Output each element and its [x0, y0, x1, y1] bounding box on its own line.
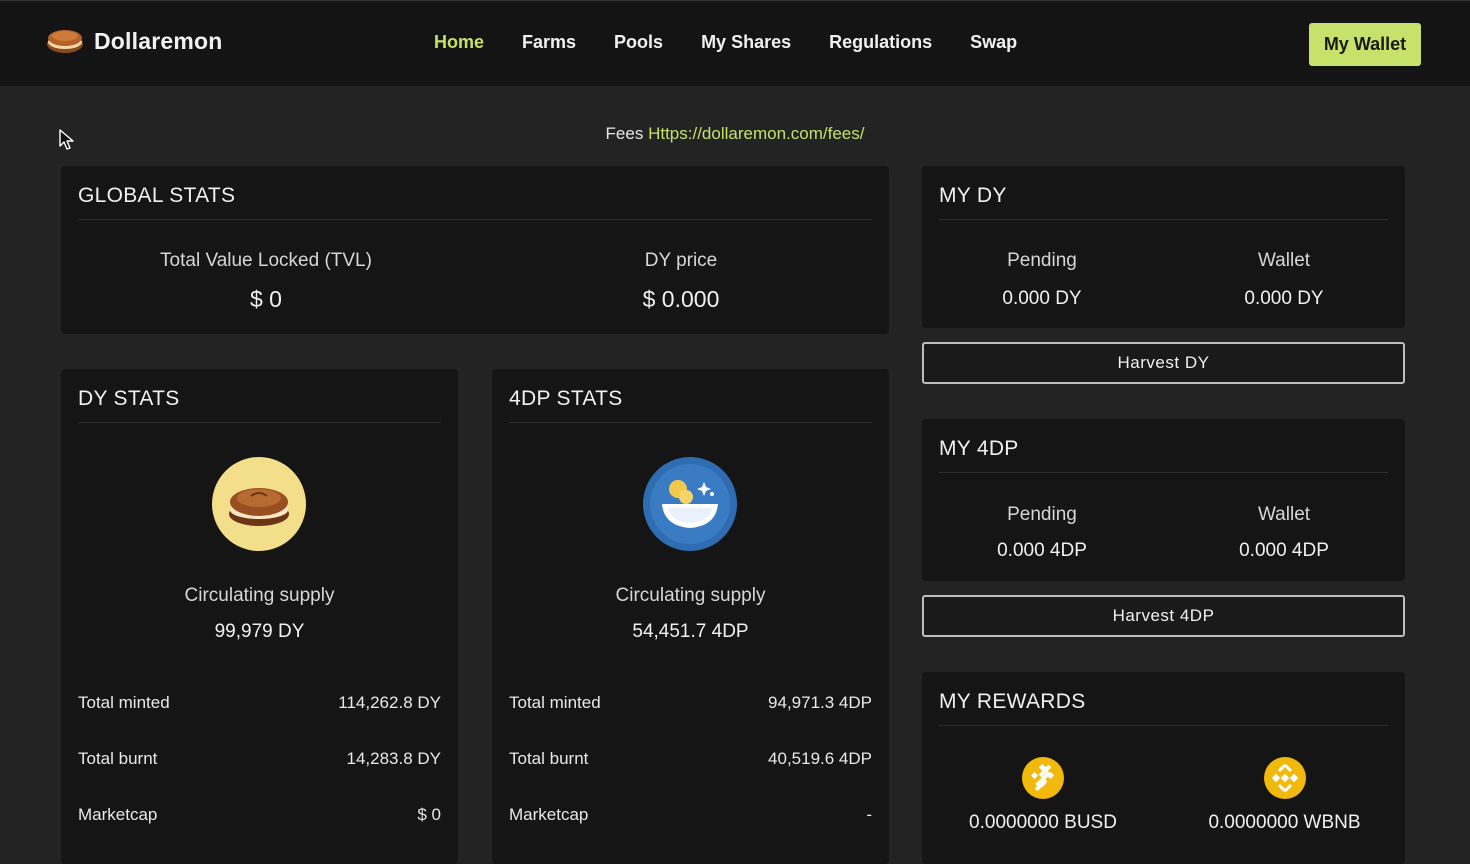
divider [939, 472, 1388, 473]
4dp-marketcap-row: Marketcap - [509, 805, 872, 825]
row-value: 14,283.8 DY [346, 749, 441, 768]
nav-pools[interactable]: Pools [614, 32, 663, 53]
4dp-stats-title: 4DP STATS [509, 387, 623, 410]
row-value: 94,971.3 4DP [768, 693, 872, 712]
my-rewards-title: MY REWARDS [939, 690, 1086, 713]
dy-price-block: DY price $ 0.000 [536, 250, 826, 313]
my-dy-wallet-label: Wallet [1257, 250, 1311, 271]
my-dy-pending-value: 0.000 DY [1002, 288, 1082, 309]
harvest-4dp-button[interactable]: Harvest 4DP [922, 595, 1405, 637]
brand-name: Dollaremon [94, 27, 223, 54]
divider [509, 422, 872, 423]
4dp-supply-value: 54,451.7 4DP [632, 621, 749, 642]
row-label: Total minted [78, 693, 170, 712]
dy-stats-card: DY STATS Circulating supply 99,979 DY To… [61, 369, 458, 864]
nav-regulations[interactable]: Regulations [829, 32, 932, 53]
my-dy-wallet-block: Wallet 0.000 DY [1184, 250, 1384, 310]
row-value: 114,262.8 DY [338, 693, 441, 712]
dy-total-burnt-row: Total burnt 14,283.8 DY [78, 749, 441, 769]
dy-price-value: $ 0.000 [642, 286, 720, 312]
global-stats-card: GLOBAL STATS Total Value Locked (TVL) $ … [61, 166, 889, 334]
4dp-supply-label: Circulating supply [615, 585, 766, 606]
4dp-total-minted-row: Total minted 94,971.3 4DP [509, 693, 872, 713]
row-value: - [866, 805, 872, 824]
main-nav: Home Farms Pools My Shares Regulations S… [434, 32, 1017, 53]
divider [939, 725, 1388, 726]
wbnb-reward-value: 0.0000000 WBNB [1208, 812, 1361, 833]
nav-swap[interactable]: Swap [970, 32, 1017, 53]
my-4dp-wallet-value: 0.000 4DP [1239, 540, 1329, 561]
my-rewards-card: MY REWARDS 0.0000000 BUSD 0.0000000 WBNB [922, 672, 1405, 864]
my-4dp-pending-value: 0.000 4DP [997, 540, 1087, 561]
tvl-value: $ 0 [250, 286, 282, 312]
top-navbar: Dollaremon Home Farms Pools My Shares Re… [0, 0, 1470, 86]
my-dy-title: MY DY [939, 184, 1007, 207]
dy-total-minted-row: Total minted 114,262.8 DY [78, 693, 441, 713]
4dp-supply-block: Circulating supply 54,451.7 4DP [492, 585, 889, 643]
dy-supply-block: Circulating supply 99,979 DY [61, 585, 458, 643]
dy-price-label: DY price [644, 250, 718, 271]
tvl-label: Total Value Locked (TVL) [160, 250, 372, 271]
row-value: 40,519.6 4DP [768, 749, 872, 768]
my-dy-card: MY DY Pending 0.000 DY Wallet 0.000 DY [922, 166, 1405, 328]
4dp-total-burnt-row: Total burnt 40,519.6 4DP [509, 749, 872, 769]
fees-line: Fees Https://dollaremon.com/fees/ [0, 124, 1470, 144]
nav-my-shares[interactable]: My Shares [701, 32, 791, 53]
dy-marketcap-row: Marketcap $ 0 [78, 805, 441, 825]
dorayaki-coin-icon [212, 457, 306, 551]
fees-label: Fees [605, 124, 644, 143]
divider [78, 422, 441, 423]
row-label: Total minted [509, 693, 601, 712]
fees-link[interactable]: Https://dollaremon.com/fees/ [648, 124, 864, 143]
nav-home[interactable]: Home [434, 32, 484, 53]
dy-supply-value: 99,979 DY [214, 621, 305, 642]
brand[interactable]: Dollaremon [46, 27, 223, 55]
wbnb-icon [1264, 757, 1306, 799]
global-stats-title: GLOBAL STATS [78, 184, 236, 207]
row-label: Marketcap [78, 805, 158, 824]
dy-stats-title: DY STATS [78, 387, 180, 410]
my-wallet-button[interactable]: My Wallet [1309, 23, 1421, 66]
row-label: Total burnt [78, 749, 158, 768]
my-4dp-title: MY 4DP [939, 437, 1019, 460]
my-dy-wallet-value: 0.000 DY [1244, 288, 1324, 309]
divider [939, 219, 1388, 220]
bowl-coin-icon [643, 457, 737, 551]
my-4dp-pending-label: Pending [1007, 504, 1077, 525]
my-4dp-card: MY 4DP Pending 0.000 4DP Wallet 0.000 4D… [922, 419, 1405, 581]
harvest-dy-button[interactable]: Harvest DY [922, 342, 1405, 384]
my-4dp-pending-block: Pending 0.000 4DP [942, 504, 1142, 562]
row-label: Marketcap [509, 805, 589, 824]
my-4dp-wallet-label: Wallet [1257, 504, 1311, 525]
nav-farms[interactable]: Farms [522, 32, 576, 53]
row-label: Total burnt [509, 749, 589, 768]
my-4dp-wallet-block: Wallet 0.000 4DP [1184, 504, 1384, 562]
busd-icon [1022, 757, 1064, 799]
busd-reward-value: 0.0000000 BUSD [969, 812, 1117, 833]
my-dy-pending-block: Pending 0.000 DY [942, 250, 1142, 310]
4dp-stats-card: 4DP STATS Circulating supply 54,451.7 4D… [492, 369, 889, 864]
divider [78, 219, 872, 220]
dy-supply-label: Circulating supply [184, 585, 335, 606]
tvl-block: Total Value Locked (TVL) $ 0 [121, 250, 411, 313]
my-dy-pending-label: Pending [1007, 250, 1077, 271]
row-value: $ 0 [417, 805, 441, 824]
dorayaki-logo-icon [47, 30, 83, 53]
